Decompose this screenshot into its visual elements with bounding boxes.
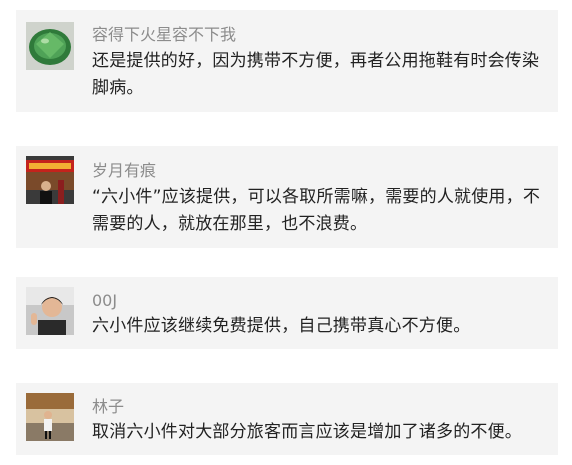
green-ice-pop-avatar-icon [26, 22, 74, 70]
person-portrait-avatar-icon [26, 287, 74, 335]
comment-card: 岁月有痕 “六小件”应该提供，可以各取所需嘛，需要的人就使用，不需要的人，就放在… [16, 146, 558, 248]
storefront-photo-avatar-icon [26, 156, 74, 204]
avatar[interactable] [26, 22, 74, 70]
comment-text: 六小件应该继续免费提供，自己携带真心不方便。 [92, 316, 471, 336]
avatar[interactable] [26, 156, 74, 204]
comment-text: 取消六小件对大部分旅客而言应该是增加了诸多的不便。 [92, 422, 522, 442]
comment-author[interactable]: 容得下火星容不下我 [92, 24, 236, 46]
avatar[interactable] [26, 393, 74, 441]
comment-text: 还是提供的好，因为携带不方便，再者公用拖鞋有时会传染脚病。 [92, 51, 540, 98]
comment-card: 00J 六小件应该继续免费提供，自己携带真心不方便。 [16, 277, 558, 349]
avatar[interactable] [26, 287, 74, 335]
comment-author[interactable]: 00J [92, 290, 117, 312]
street-photo-avatar-icon [26, 393, 74, 441]
comment-card: 容得下火星容不下我 还是提供的好，因为携带不方便，再者公用拖鞋有时会传染脚病。 [16, 10, 558, 112]
comment-text: “六小件”应该提供，可以各取所需嘛，需要的人就使用，不需要的人，就放在那里，也不… [92, 187, 541, 234]
comment-author[interactable]: 林子 [92, 396, 124, 418]
comment-card: 林子 取消六小件对大部分旅客而言应该是增加了诸多的不便。 [16, 383, 558, 455]
comment-author[interactable]: 岁月有痕 [92, 160, 156, 182]
